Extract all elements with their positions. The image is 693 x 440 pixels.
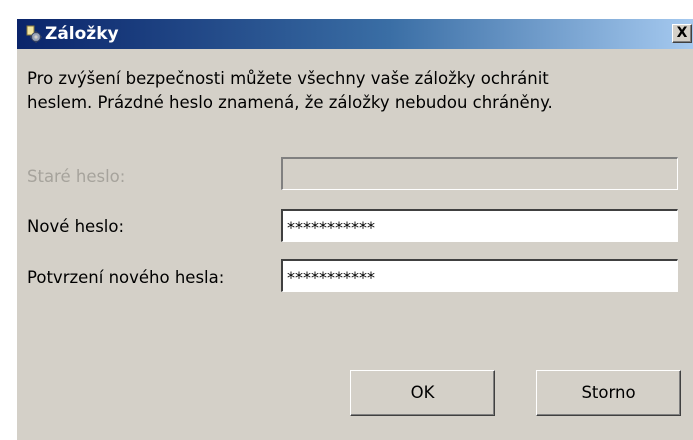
ok-button[interactable]: OK xyxy=(350,370,495,416)
title-bar[interactable]: Záložky X xyxy=(17,19,693,49)
window-title: Záložky xyxy=(45,24,119,44)
close-icon: X xyxy=(676,25,688,41)
description-text: Pro zvýšení bezpečnosti můžete všechny v… xyxy=(27,67,677,115)
close-button[interactable]: X xyxy=(672,24,692,43)
cancel-button[interactable]: Storno xyxy=(536,370,681,416)
new-password-label: Nové heslo: xyxy=(27,217,125,236)
new-password-field[interactable] xyxy=(281,209,678,242)
old-password-label: Staré heslo: xyxy=(27,167,126,186)
description-line-2: heslem. Prázdné heslo znamená, že záložk… xyxy=(27,93,553,112)
bookmarks-gear-icon xyxy=(25,25,43,43)
description-line-1: Pro zvýšení bezpečnosti můžete všechny v… xyxy=(27,69,549,88)
confirm-password-field[interactable] xyxy=(281,259,678,292)
old-password-field[interactable] xyxy=(281,157,678,190)
confirm-password-label: Potvrzení nového hesla: xyxy=(27,268,225,287)
bookmarks-dialog: Záložky X Pro zvýšení bezpečnosti můžete… xyxy=(16,18,693,440)
